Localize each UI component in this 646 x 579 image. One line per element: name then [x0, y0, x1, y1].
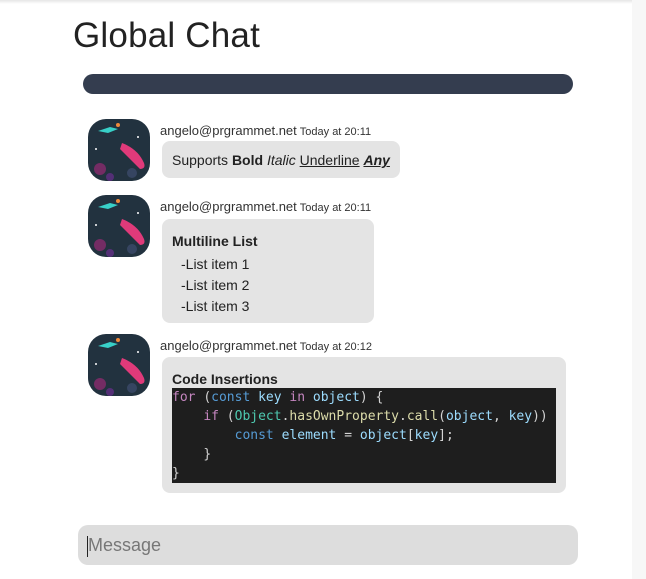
window-top-edge [0, 0, 632, 4]
text-bold: Bold [231, 152, 264, 168]
message-time: Today at 20:11 [299, 202, 372, 214]
code-line: const element = object[key]; [234, 428, 454, 443]
message-author: angelo@prgrammet.net [160, 338, 297, 353]
message-meta: angelo@prgrammet.net Today at 20:11 [160, 199, 371, 214]
avatar-image [88, 334, 150, 396]
avatar[interactable] [88, 119, 150, 181]
text-italic: Italic [266, 152, 296, 168]
message-bubble: Supports Bold Italic Underline Any [162, 141, 400, 178]
avatar[interactable] [88, 334, 150, 396]
message-author: angelo@prgrammet.net [160, 199, 297, 214]
page-title: Global Chat [73, 16, 261, 55]
message-input[interactable] [78, 525, 578, 565]
code-line: } [172, 466, 180, 481]
message-meta: angelo@prgrammet.net Today at 20:11 [160, 123, 371, 138]
text-underline: Underline [299, 152, 360, 168]
avatar-image [88, 119, 150, 181]
message-bubble: Code Insertions for (const key in object… [162, 357, 566, 493]
list-item: -List item 2 [181, 277, 250, 293]
code-line: } [203, 447, 212, 462]
avatar[interactable] [88, 195, 150, 257]
message-bubble: Multiline List -List item 1 -List item 2… [162, 219, 374, 323]
code-line: if (Object.hasOwnProperty.call(object, k… [203, 409, 556, 424]
message-author: angelo@prgrammet.net [160, 123, 297, 138]
code-line: for (const key in object) { [172, 390, 384, 405]
message-time: Today at 20:11 [299, 126, 372, 138]
list-item: -List item 3 [181, 298, 250, 314]
channel-bar [83, 74, 573, 94]
text-plain: Supports [172, 152, 229, 168]
message-heading: Code Insertions [172, 371, 278, 387]
list-item: -List item 1 [181, 256, 250, 272]
message-heading: Multiline List [172, 233, 258, 249]
message-meta: angelo@prgrammet.net Today at 20:12 [160, 338, 372, 353]
message-time: Today at 20:12 [299, 341, 372, 353]
scrollbar-track[interactable] [632, 0, 646, 579]
message-list: -List item 1 -List item 2 -List item 3 [181, 254, 249, 317]
avatar-image [88, 195, 150, 257]
code-block: for (const key in object) { if (Object.h… [172, 388, 556, 483]
text-any-format: Any [363, 152, 390, 168]
text-caret [87, 536, 88, 557]
